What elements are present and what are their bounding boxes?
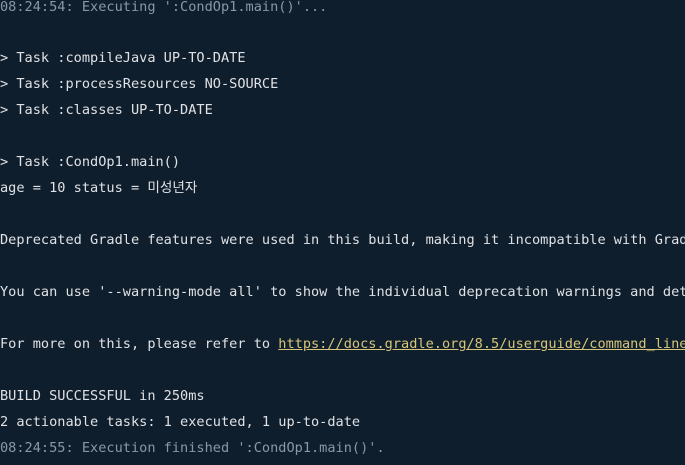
task-compile-java-line: > Task :compileJava UP-TO-DATE	[0, 50, 246, 66]
execution-end-line: 08:24:55: Execution finished ':CondOp1.m…	[0, 440, 385, 456]
program-output-line: age = 10 status = 미성년자	[0, 180, 198, 196]
tasks-summary-line: 2 actionable tasks: 1 executed, 1 up-to-…	[0, 414, 361, 430]
build-result-line: BUILD SUCCESSFUL in 250ms	[0, 388, 205, 404]
task-process-resources-line: > Task :processResources NO-SOURCE	[0, 76, 279, 92]
refer-prefix-text: For more on this, please refer to	[0, 336, 279, 352]
task-classes-line: > Task :classes UP-TO-DATE	[0, 102, 213, 118]
warning-mode-hint-line: You can use '--warning-mode all' to show…	[0, 284, 685, 300]
deprecated-notice-line: Deprecated Gradle features were used in …	[0, 232, 685, 248]
console-output[interactable]: 08:24:54: Executing ':CondOp1.main()'...…	[0, 0, 685, 465]
task-main-line: > Task :CondOp1.main()	[0, 154, 181, 170]
gradle-docs-link[interactable]: https://docs.gradle.org/8.5/userguide/co…	[278, 336, 685, 352]
execution-start-line: 08:24:54: Executing ':CondOp1.main()'...	[0, 0, 328, 15]
refer-line: For more on this, please refer to https:…	[0, 331, 685, 357]
